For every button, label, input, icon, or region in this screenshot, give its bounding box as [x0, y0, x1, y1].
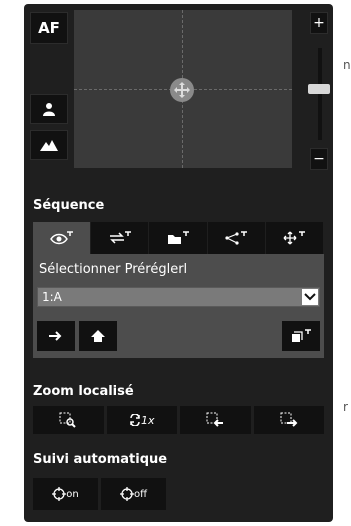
- zoom-out-button[interactable]: −: [310, 148, 328, 170]
- zoom-area-in-button[interactable]: [180, 406, 251, 434]
- zoom-1x-label: 1x: [140, 413, 155, 427]
- side-text-bottom: r: [343, 400, 348, 414]
- tracking-off-button[interactable]: off: [101, 478, 166, 510]
- move-arrows-icon: [174, 82, 190, 98]
- chevron-down-icon[interactable]: [302, 289, 318, 305]
- home-position-button[interactable]: [79, 321, 117, 351]
- home-icon: [91, 330, 105, 342]
- tab-preset-view[interactable]: [33, 222, 92, 254]
- zoom-1x-icon: [130, 414, 140, 426]
- target-icon: [52, 487, 67, 501]
- camera-control-panel: AF + − Séquence Sélectionner Préréglerl …: [24, 4, 333, 522]
- zoom-in-button[interactable]: +: [310, 12, 328, 34]
- zoom-local-buttons: 1x: [33, 406, 324, 434]
- zoom-1x-button[interactable]: 1x: [106, 406, 177, 434]
- preset-save-icon: [292, 329, 311, 342]
- zoom-slider-thumb[interactable]: [308, 84, 330, 94]
- eye-icon: [49, 231, 73, 245]
- tab-folder[interactable]: [149, 222, 208, 254]
- person-mode-button[interactable]: [30, 94, 68, 124]
- sequence-tabs: [33, 222, 325, 254]
- zoom-select-icon: [59, 412, 76, 428]
- tracking-on-label: on: [66, 488, 79, 500]
- go-to-preset-button[interactable]: [37, 321, 75, 351]
- side-text-top: n: [343, 58, 351, 72]
- autofocus-button[interactable]: AF: [30, 12, 68, 44]
- tracking-off-label: off: [133, 488, 147, 500]
- zoom-local-title: Zoom localisé: [33, 384, 134, 399]
- tab-share[interactable]: [207, 222, 266, 254]
- zoom-in-area-icon: [206, 412, 224, 427]
- save-preset-button[interactable]: [282, 321, 320, 351]
- share-icon: [225, 231, 248, 245]
- tracking-title: Suivi automatique: [33, 452, 168, 467]
- landscape-mode-button[interactable]: [30, 130, 68, 160]
- tab-swap[interactable]: [91, 222, 150, 254]
- move-icon: [283, 231, 306, 245]
- zoom-area-out-button[interactable]: [253, 406, 324, 434]
- arrow-right-icon: [49, 331, 62, 341]
- ptz-view-area[interactable]: [74, 10, 292, 168]
- sequence-title: Séquence: [33, 198, 105, 213]
- folder-icon: [168, 231, 189, 244]
- preset-label: Sélectionner Préréglerl: [39, 262, 188, 277]
- pan-tilt-handle[interactable]: [170, 78, 194, 102]
- zoom-select-button[interactable]: [33, 406, 104, 434]
- preset-panel: Sélectionner Préréglerl 1:A: [33, 254, 324, 358]
- zoom-slider-track[interactable]: [318, 48, 322, 140]
- target-icon: [119, 487, 134, 501]
- tracking-on-button[interactable]: on: [33, 478, 98, 510]
- swap-icon: [109, 231, 131, 244]
- preset-select[interactable]: 1:A: [37, 287, 320, 307]
- mountain-icon: [40, 140, 58, 151]
- tab-move[interactable]: [265, 222, 325, 254]
- person-icon: [43, 103, 55, 116]
- preset-value: 1:A: [42, 290, 62, 304]
- zoom-out-area-icon: [280, 412, 298, 427]
